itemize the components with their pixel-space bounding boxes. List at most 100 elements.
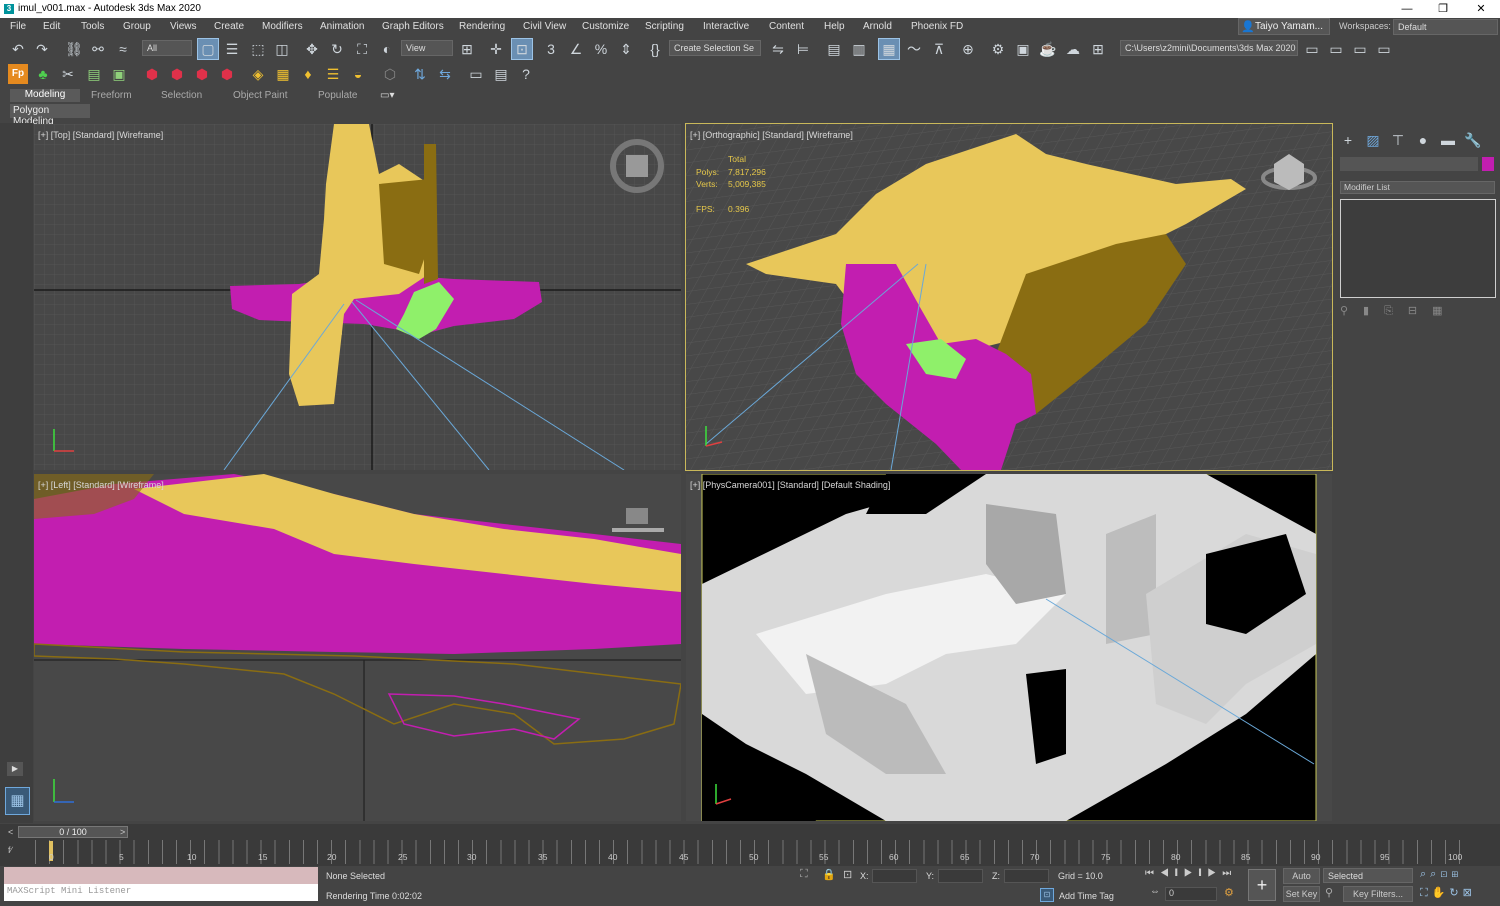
maxscript-listener-input[interactable]: MAXScript Mini Listener xyxy=(4,884,318,901)
rotate-icon[interactable]: ↻ xyxy=(327,39,347,59)
absolute-mode-icon[interactable]: ⊡ xyxy=(843,868,852,881)
ribbon-tab-object-paint[interactable]: Object Paint xyxy=(233,90,287,101)
key-filter-icon[interactable]: ⚲ xyxy=(1325,886,1333,899)
grid-icon[interactable]: ▤ xyxy=(84,64,104,84)
key-filters-button[interactable]: Key Filters... xyxy=(1343,886,1413,902)
move-icon[interactable]: ✥ xyxy=(302,39,322,59)
tools-icon[interactable]: ✂ xyxy=(58,64,78,84)
ribbon-options-icon[interactable]: ▭▾ xyxy=(380,90,394,101)
select-object-icon[interactable]: ▢ xyxy=(197,38,219,60)
percent-snap-icon[interactable]: % xyxy=(591,39,611,59)
menu-civil-view[interactable]: Civil View xyxy=(523,21,566,32)
phoenix-3-icon[interactable]: ▭ xyxy=(466,64,486,84)
pivot-center-icon[interactable]: ⊞ xyxy=(457,39,477,59)
set-key-big-button[interactable]: + xyxy=(1248,869,1276,901)
window-crossing-icon[interactable]: ◫ xyxy=(272,39,292,59)
red-object-3-icon[interactable]: ⬢ xyxy=(192,64,212,84)
viewport-layouts-icon[interactable]: ▦ xyxy=(5,787,30,815)
viewport-camera-label[interactable]: [+] [PhysCamera001] [Standard] [Default … xyxy=(690,480,890,490)
layer-explorer-icon[interactable]: ▥ xyxy=(849,39,869,59)
ribbon-panel-polygon-modeling[interactable]: Polygon Modeling xyxy=(10,104,90,127)
viewport-camera[interactable]: [+] [PhysCamera001] [Standard] [Default … xyxy=(686,474,1332,821)
red-object-2-icon[interactable]: ⬢ xyxy=(167,64,187,84)
named-selection-dropdown[interactable]: Create Selection Se xyxy=(669,40,761,56)
reference-coordinate-dropdown[interactable]: View xyxy=(401,40,453,56)
viewport-orthographic[interactable]: [+] [Orthographic] [Standard] [Wireframe… xyxy=(685,123,1333,471)
ribbon-tab-modeling[interactable]: Modeling xyxy=(10,89,80,102)
z-coordinate-field[interactable] xyxy=(1004,869,1049,883)
selection-lock-icon[interactable]: 🔒 xyxy=(822,868,836,881)
rendered-frame-window-icon[interactable]: ▣ xyxy=(1013,39,1033,59)
viewport-navigation-controls-2[interactable]: ⛶✋↻⊠ xyxy=(1420,886,1498,900)
menu-content[interactable]: Content xyxy=(769,21,804,32)
unlink-icon[interactable]: ⚯ xyxy=(88,39,108,59)
time-slider[interactable]: 0 / 100 xyxy=(18,826,128,838)
viewport-ortho-label[interactable]: [+] [Orthographic] [Standard] [Wireframe… xyxy=(690,130,853,140)
select-manipulate-icon[interactable]: ✛ xyxy=(486,39,506,59)
scale-icon[interactable]: ⛶ xyxy=(352,39,372,59)
toggle-ribbon-icon[interactable]: ▦ xyxy=(878,38,900,60)
menu-scripting[interactable]: Scripting xyxy=(645,21,684,32)
menu-modifiers[interactable]: Modifiers xyxy=(262,21,303,32)
menu-views[interactable]: Views xyxy=(170,21,197,32)
project-set-icon[interactable]: ▭ xyxy=(1326,39,1346,59)
menu-tools[interactable]: Tools xyxy=(81,21,104,32)
edit-named-selection-icon[interactable]: {} xyxy=(645,39,665,59)
keyboard-shortcut-override-icon[interactable]: ⊡ xyxy=(511,38,533,60)
red-object-4-icon[interactable]: ⬢ xyxy=(217,64,237,84)
menu-customize[interactable]: Customize xyxy=(582,21,629,32)
angle-snap-icon[interactable]: ∠ xyxy=(566,39,586,59)
maxscript-output[interactable] xyxy=(4,867,318,885)
viewport-top-label[interactable]: [+] [Top] [Standard] [Wireframe] xyxy=(38,130,163,140)
fumefx-icon[interactable]: Fp xyxy=(8,64,28,84)
menu-rendering[interactable]: Rendering xyxy=(459,21,505,32)
yellow-tool-4-icon[interactable]: ☰ xyxy=(323,64,343,84)
restore-button[interactable]: ❐ xyxy=(1428,1,1458,17)
yellow-tool-1-icon[interactable]: ◈ xyxy=(248,64,268,84)
menu-group[interactable]: Group xyxy=(123,21,151,32)
viewport-navigation-controls[interactable]: ⌕⌕⊡⊞ xyxy=(1420,868,1498,881)
playback-controls[interactable]: ⏮◀❙▶❙▶⏭ xyxy=(1145,868,1237,879)
selection-filter-dropdown[interactable]: All xyxy=(142,40,192,56)
phoenix-1-icon[interactable]: ⇅ xyxy=(410,64,430,84)
bind-space-warp-icon[interactable]: ≈ xyxy=(113,39,133,59)
render-setup-icon[interactable]: ⚙ xyxy=(988,39,1008,59)
y-coordinate-field[interactable] xyxy=(938,869,983,883)
render-to-texture-icon[interactable]: ⊞ xyxy=(1088,39,1108,59)
spinner-snap-icon[interactable]: ⇕ xyxy=(616,39,636,59)
ribbon-tab-selection[interactable]: Selection xyxy=(161,90,202,101)
utilities-tab-icon[interactable]: 🔧 xyxy=(1463,130,1483,150)
viewport-top[interactable]: [+] [Top] [Standard] [Wireframe] xyxy=(34,124,681,470)
menu-file[interactable]: File xyxy=(10,21,26,32)
curve-editor-icon[interactable]: 〜 xyxy=(904,39,924,59)
menu-edit[interactable]: Edit xyxy=(43,21,60,32)
mirror-icon[interactable]: ⇋ xyxy=(768,39,788,59)
object-name-field[interactable] xyxy=(1340,157,1478,171)
stack-controls-icons[interactable]: ⚲▮⎘⊟▦ xyxy=(1340,304,1496,320)
close-button[interactable]: ✕ xyxy=(1466,1,1496,17)
phoenix-4-icon[interactable]: ▤ xyxy=(491,64,511,84)
gray-tool-icon[interactable]: ⬡ xyxy=(380,64,400,84)
add-time-tag[interactable]: Add Time Tag xyxy=(1059,891,1114,901)
current-frame-field[interactable]: 0 xyxy=(1165,887,1217,901)
menu-arnold[interactable]: Arnold xyxy=(863,21,892,32)
link-icon[interactable]: ⛓ xyxy=(64,39,84,59)
yellow-tool-3-icon[interactable]: ♦ xyxy=(298,64,318,84)
panel-icon[interactable]: ▣ xyxy=(109,64,129,84)
minimize-button[interactable]: — xyxy=(1392,1,1422,17)
time-config-icon[interactable]: ⇔ xyxy=(1150,886,1160,897)
project-new-icon[interactable]: ▭ xyxy=(1350,39,1370,59)
redo-icon[interactable]: ↷ xyxy=(32,39,52,59)
key-mode-dropdown[interactable]: Selected xyxy=(1323,868,1413,883)
viewport-left[interactable]: [+] [Left] [Standard] [Wireframe] xyxy=(34,474,681,821)
undo-icon[interactable]: ↶ xyxy=(8,39,28,59)
auto-key-button[interactable]: Auto Key xyxy=(1283,868,1320,895)
placement-icon[interactable]: ◐ xyxy=(377,39,397,59)
workspaces-dropdown[interactable]: Default xyxy=(1393,19,1498,35)
next-frame-icon[interactable]: > xyxy=(120,827,125,837)
menu-phoenix-fd[interactable]: Phoenix FD xyxy=(911,21,963,32)
phoenix-2-icon[interactable]: ⇆ xyxy=(435,64,455,84)
scene-explorer-icon[interactable]: ▤ xyxy=(824,39,844,59)
rectangular-selection-icon[interactable]: ⬚ xyxy=(248,39,268,59)
forest-pack-icon[interactable]: ♣ xyxy=(33,64,53,84)
